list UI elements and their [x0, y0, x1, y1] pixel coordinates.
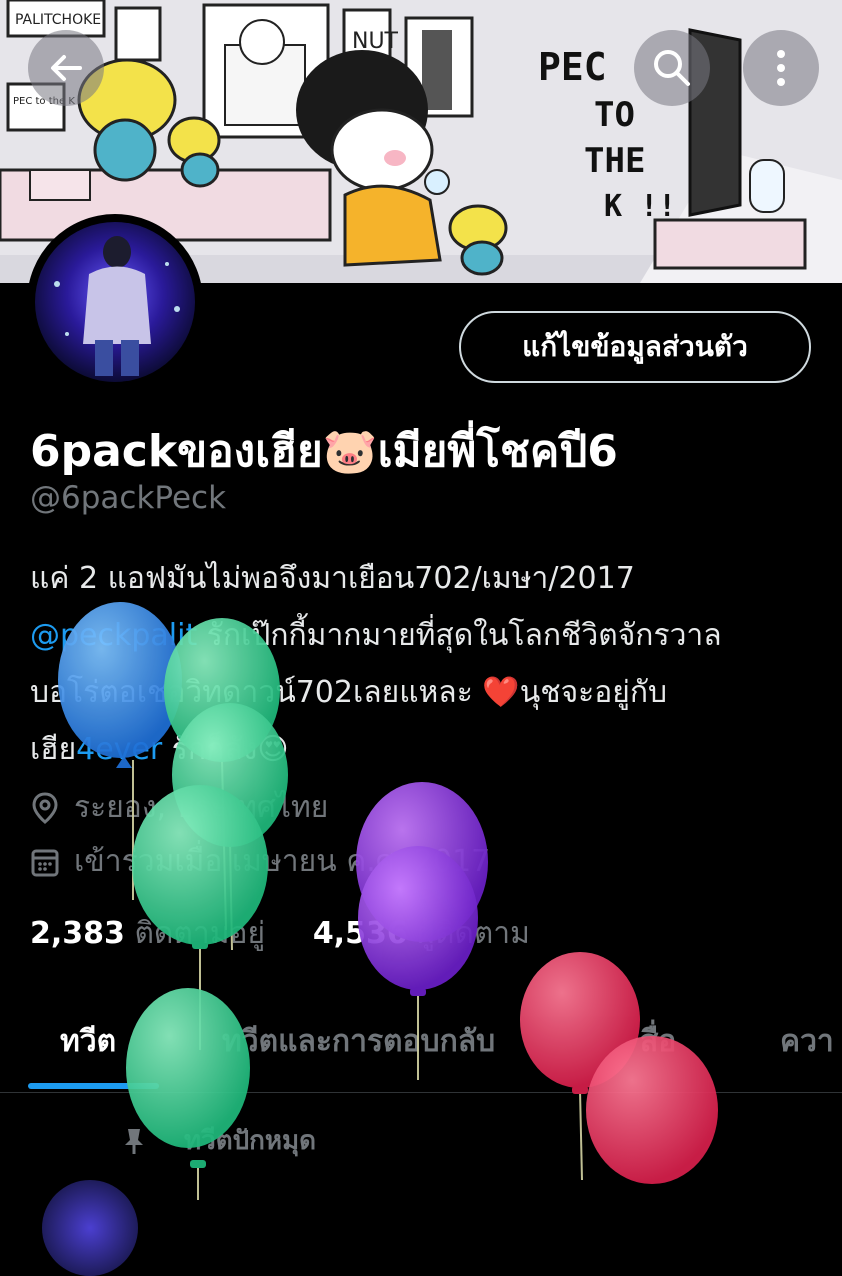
join-date-text: เข้าร่วมเมื่อ เมษายน ค.ศ. 2017: [74, 844, 491, 879]
pinned-tweet-avatar[interactable]: [42, 1180, 138, 1276]
tab-likes[interactable]: ควา: [780, 1018, 834, 1065]
banner-slogan-line-3: THE: [584, 141, 645, 181]
profile-join-date: เข้าร่วมเมื่อ เมษายน ค.ศ. 2017: [30, 838, 490, 885]
profile-bio: แค่ 2 แอฟมันไม่พอจึงมาเยือน702/เมษา/2017…: [30, 550, 820, 778]
pinned-text: ทวีตปักหมุด: [184, 1126, 317, 1156]
bio-line-4: เฮีย4ever รักก็ลัง😍: [30, 721, 820, 778]
banner-label-palitchoke: PALITCHOKE: [15, 12, 101, 28]
profile-tabs: ทวีต ทวีตและการตอบกลับ สื่อ ควา: [0, 1010, 842, 1090]
pin-icon: [125, 1128, 143, 1154]
bio-hashtag-link[interactable]: 4ever: [76, 732, 162, 767]
more-vertical-icon: [777, 50, 785, 86]
banner-slogan-line-2: TO: [594, 95, 635, 135]
location-pin-icon: [32, 791, 58, 824]
search-button[interactable]: [634, 30, 710, 106]
bio-line-4-start: เฮีย: [30, 732, 77, 767]
profile-stats: 2,383 ติดตามอยู่ 4,536 ผู้ติดตาม: [30, 910, 530, 957]
calendar-icon: [31, 849, 59, 876]
location-text: ระยอง, ประเทศไทย: [74, 790, 329, 825]
following-link[interactable]: 2,383 ติดตามอยู่: [30, 916, 265, 951]
profile-handle: @6packPeck: [30, 480, 227, 516]
bio-line-2-text: รักเป๊กกี้มากมายที่สุดในโลกชีวิตจักรวาล: [197, 618, 722, 653]
bio-mention-link[interactable]: @peckpalit: [30, 618, 197, 653]
followers-label: ผู้ติดตาม: [417, 916, 530, 951]
tabs-divider: [0, 1092, 842, 1093]
back-button[interactable]: [28, 30, 104, 106]
bio-line-3: บอโร่ตอเชอวิทดาวน์702เลยแหละ ❤️นุชจะอยู่…: [30, 675, 668, 710]
bio-line-1: แค่ 2 แอฟมันไม่พอจึงมาเยือน702/เมษา/2017: [30, 561, 635, 596]
edit-profile-button[interactable]: แก้ไขข้อมูลส่วนตัว: [459, 311, 811, 383]
profile-location: ระยอง, ประเทศไทย: [30, 784, 328, 831]
active-tab-indicator: [28, 1083, 159, 1089]
tab-media[interactable]: สื่อ: [640, 1018, 676, 1065]
search-icon: [654, 50, 690, 86]
followers-count: 4,536: [312, 916, 408, 951]
banner-slogan-line-1: PEC: [538, 45, 607, 89]
profile-name: 6packของเฮีย🐷เมียพี่โชคปี6: [30, 426, 618, 477]
avatar-image: [35, 222, 195, 382]
following-label: ติดตามอยู่: [134, 916, 266, 951]
profile-avatar[interactable]: [27, 214, 203, 390]
bio-line-2: @peckpalit รักเป๊กกี้มากมายที่สุดในโลกชี…: [30, 607, 820, 664]
followers-link[interactable]: 4,536 ผู้ติดตาม: [313, 916, 530, 951]
following-count: 2,383: [30, 916, 125, 951]
arrow-left-icon: [51, 55, 82, 81]
tab-tweets[interactable]: ทวีต: [60, 1018, 116, 1065]
tab-tweets-and-replies[interactable]: ทวีตและการตอบกลับ: [222, 1018, 495, 1065]
bio-line-4-end: รักก็ลัง😍: [162, 732, 289, 767]
more-button[interactable]: [743, 30, 819, 106]
pinned-tweet-label: ทวีตปักหมุด: [120, 1120, 316, 1161]
